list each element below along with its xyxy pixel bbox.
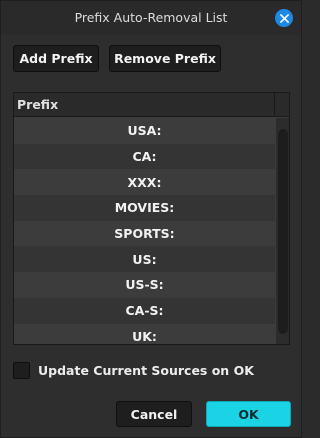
prefix-list: Prefix USA: CA: XXX: MOVIES: SPORTS: US:…	[13, 92, 290, 345]
update-sources-checkbox[interactable]	[13, 361, 30, 379]
close-button[interactable]	[275, 9, 293, 27]
title-bar: Prefix Auto-Removal List	[1, 1, 301, 35]
prefix-rows: USA: CA: XXX: MOVIES: SPORTS: US: US-S: …	[14, 118, 275, 344]
list-item[interactable]: MOVIES:	[14, 195, 275, 221]
list-item[interactable]: UK:	[14, 323, 275, 344]
scrollbar-thumb[interactable]	[278, 129, 288, 334]
list-item[interactable]: CA-S:	[14, 297, 275, 324]
header-corner	[274, 93, 289, 117]
remove-prefix-button[interactable]: Remove Prefix	[109, 45, 221, 72]
ok-button[interactable]: OK	[206, 401, 291, 427]
vertical-scrollbar[interactable]	[276, 118, 289, 344]
list-item[interactable]: US-S:	[14, 272, 275, 298]
add-prefix-button[interactable]: Add Prefix	[13, 45, 99, 72]
window-title: Prefix Auto-Removal List	[74, 10, 228, 25]
list-item[interactable]: US:	[14, 246, 275, 273]
column-header-prefix[interactable]: Prefix	[14, 93, 274, 117]
cancel-button[interactable]: Cancel	[116, 401, 192, 427]
list-item[interactable]: SPORTS:	[14, 220, 275, 247]
prefix-auto-removal-dialog: Prefix Auto-Removal List Add Prefix Remo…	[0, 0, 302, 438]
update-sources-option[interactable]: Update Current Sources on OK	[13, 361, 254, 379]
column-header-label: Prefix	[17, 97, 59, 112]
list-item[interactable]: USA:	[14, 118, 275, 144]
close-icon	[279, 13, 289, 23]
update-sources-label: Update Current Sources on OK	[38, 362, 254, 378]
list-item[interactable]: XXX:	[14, 169, 275, 196]
list-item[interactable]: CA:	[14, 143, 275, 170]
